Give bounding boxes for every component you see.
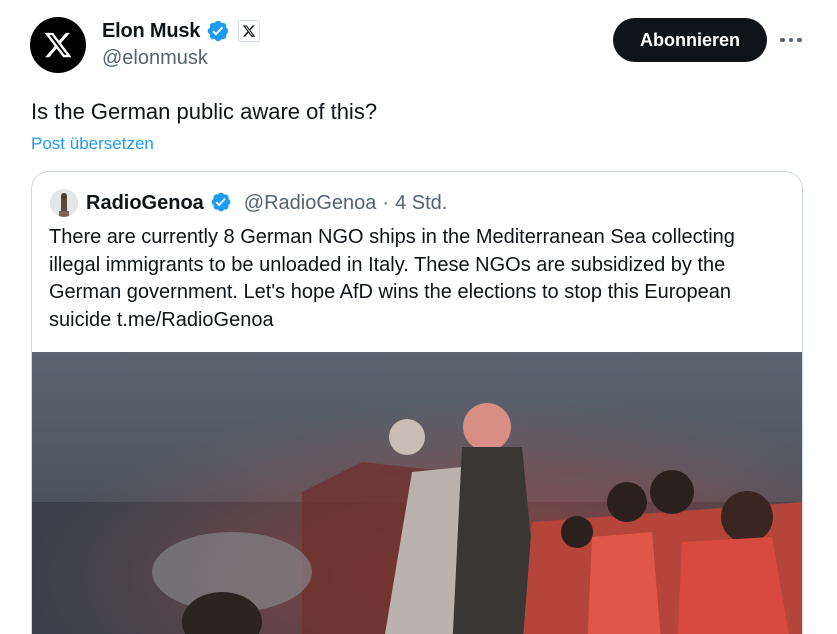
follow-button[interactable]: Abonnieren: [613, 18, 767, 62]
quoted-tweet[interactable]: RadioGenoa @RadioGenoa · 4 Std. There ar…: [31, 171, 803, 634]
author-display-name[interactable]: Elon Musk: [102, 20, 200, 43]
author-name-row: Elon Musk: [102, 19, 261, 43]
author-avatar[interactable]: [30, 17, 86, 73]
quoted-handle[interactable]: @RadioGenoa: [244, 192, 377, 215]
author-handle[interactable]: @elonmusk: [102, 47, 208, 70]
x-logo-icon: [44, 32, 72, 58]
more-dot: [788, 37, 794, 43]
tweet-text: Is the German public aware of this?: [31, 99, 378, 124]
verified-badge-icon[interactable]: [206, 19, 230, 43]
quoted-text: There are currently 8 German NGO ships i…: [49, 226, 735, 331]
tweet: Elon Musk @elonmusk Abonnieren Is the Ge…: [0, 0, 837, 634]
more-dot: [797, 37, 802, 43]
x-affiliation-icon[interactable]: [238, 20, 261, 42]
quoted-separator: ·: [382, 191, 390, 214]
more-options-icon[interactable]: [777, 27, 805, 53]
translate-post-link[interactable]: Post übersetzen: [31, 134, 154, 154]
quoted-header: RadioGenoa @RadioGenoa · 4 Std.: [50, 189, 447, 217]
more-dot: [780, 37, 785, 43]
verified-badge-icon: [210, 191, 234, 215]
quoted-timestamp[interactable]: 4 Std.: [395, 192, 447, 215]
video-thumbnail[interactable]: [32, 352, 802, 634]
quoted-display-name[interactable]: RadioGenoa: [86, 192, 204, 215]
quoted-avatar[interactable]: [50, 189, 78, 217]
